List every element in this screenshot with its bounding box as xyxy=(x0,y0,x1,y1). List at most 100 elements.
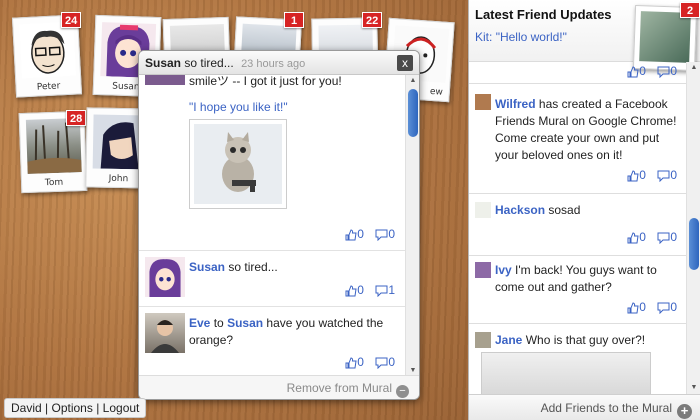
scroll-up-icon[interactable]: ▲ xyxy=(406,75,419,87)
post-stats: 0 0 xyxy=(619,230,677,247)
comment-icon[interactable] xyxy=(375,285,388,300)
post-stats: 0 1 xyxy=(337,283,395,300)
comment-icon[interactable] xyxy=(375,357,388,372)
post-stats: 0 0 xyxy=(619,300,677,317)
popup-header: Susan so tired... 23 hours ago xyxy=(139,51,419,75)
like-count: 0 xyxy=(639,168,646,182)
options-link[interactable]: Options xyxy=(52,401,93,415)
scroll-thumb[interactable] xyxy=(408,89,418,137)
friend-updates-list: 0 0 Wilfred has created a Facebook Frien… xyxy=(469,62,687,394)
comment-icon[interactable] xyxy=(657,170,670,185)
feed-post: Eve to Susan have you watched the orange… xyxy=(139,307,405,377)
eve-avatar[interactable] xyxy=(145,313,185,353)
update-text: Jane Who is that guy over?! xyxy=(495,332,683,349)
notification-badge: 2 xyxy=(680,2,700,18)
user-name[interactable]: David xyxy=(11,401,42,415)
comment-count: 0 xyxy=(670,300,677,314)
update-text: Ivy I'm back! You guys want to come out … xyxy=(495,262,683,296)
post-stats: 0 0 xyxy=(337,355,395,372)
update-message: Who is that guy over?! xyxy=(525,333,646,347)
hackson-avatar[interactable] xyxy=(475,202,491,218)
post-stats: 0 0 xyxy=(337,227,395,244)
like-count: 0 xyxy=(357,355,364,369)
notification-badge: 24 xyxy=(61,12,82,28)
update-message: I'm back! You guys want to come out and … xyxy=(495,263,657,294)
nav-separator: | xyxy=(45,401,49,415)
post-target[interactable]: Susan xyxy=(227,316,263,330)
jane-avatar[interactable] xyxy=(475,332,491,348)
notification-badge: 28 xyxy=(66,110,87,126)
kit-photo-image xyxy=(639,11,691,63)
post-stats: 0 0 xyxy=(619,64,677,81)
post-quote: "I hope you like it!" xyxy=(189,100,288,114)
post-connector: to xyxy=(213,316,224,330)
update-item: Jane Who is that guy over?! xyxy=(469,324,687,394)
like-icon[interactable] xyxy=(627,232,639,247)
like-icon[interactable] xyxy=(627,66,639,81)
like-icon[interactable] xyxy=(627,170,639,185)
post-text: smileツ -- I got it just for you! xyxy=(189,75,342,88)
like-count: 0 xyxy=(639,300,646,314)
scroll-up-icon[interactable]: ▲ xyxy=(687,62,700,74)
close-button[interactable]: x xyxy=(397,55,413,71)
comment-count: 0 xyxy=(670,230,677,244)
popup-friend-name[interactable]: Susan xyxy=(145,56,181,70)
post-author[interactable]: Eve xyxy=(189,316,210,330)
post-text: Susan so tired... xyxy=(189,259,278,276)
feed-post: Susan so tired... 0 1 xyxy=(139,251,405,307)
sidebar-scrollbar[interactable]: ▲ ▼ xyxy=(686,62,700,394)
notification-badge: 22 xyxy=(362,12,383,28)
wilfred-avatar[interactable] xyxy=(475,94,491,110)
polaroid-name: Tom xyxy=(44,177,64,189)
update-text: Hackson sosad xyxy=(495,202,683,219)
popup-status: so tired... xyxy=(184,56,234,70)
update-message: sosad xyxy=(548,203,581,217)
update-author[interactable]: Jane xyxy=(495,333,522,347)
update-stats-row: 0 0 xyxy=(469,62,687,84)
popup-timestamp: 23 hours ago xyxy=(241,58,306,70)
latest-friend-text: "Hello world!" xyxy=(495,30,567,44)
sidebar-footer: Add Friends to the Mural + xyxy=(469,394,700,420)
post-text: Eve to Susan have you watched the orange… xyxy=(189,315,393,349)
post-avatar[interactable] xyxy=(145,75,185,85)
update-author[interactable]: Hackson xyxy=(495,203,545,217)
like-icon[interactable] xyxy=(345,357,357,372)
update-text: Wilfred has created a Facebook Friends M… xyxy=(495,96,683,164)
logout-link[interactable]: Logout xyxy=(103,401,140,415)
update-author[interactable]: Ivy xyxy=(495,263,512,277)
add-friends-link[interactable]: Add Friends to the Mural xyxy=(541,401,672,415)
susan-avatar-small[interactable] xyxy=(145,257,185,297)
popup-footer: Remove from Mural − xyxy=(139,375,419,399)
comment-icon[interactable] xyxy=(657,66,670,81)
notification-badge: 1 xyxy=(284,12,304,28)
update-item: Ivy I'm back! You guys want to come out … xyxy=(469,256,687,324)
like-icon[interactable] xyxy=(345,285,357,300)
post-stats: 0 0 xyxy=(619,168,677,185)
update-author[interactable]: Wilfred xyxy=(495,97,536,111)
comment-count: 0 xyxy=(388,227,395,241)
comment-icon[interactable] xyxy=(657,232,670,247)
scroll-thumb[interactable] xyxy=(689,218,699,270)
plus-icon[interactable]: + xyxy=(677,404,692,419)
minus-icon[interactable]: − xyxy=(396,385,409,398)
polaroid-name: Peter xyxy=(36,81,61,93)
scroll-down-icon[interactable]: ▼ xyxy=(687,382,700,394)
update-item: Wilfred has created a Facebook Friends M… xyxy=(469,84,687,194)
latest-friend-name[interactable]: Kit: xyxy=(475,30,492,44)
comment-count: 0 xyxy=(670,64,677,78)
post-author[interactable]: Susan xyxy=(189,260,225,274)
ivy-avatar[interactable] xyxy=(475,262,491,278)
like-icon[interactable] xyxy=(345,229,357,244)
jane-post-image[interactable] xyxy=(481,352,651,394)
remove-from-mural-link[interactable]: Remove from Mural xyxy=(287,381,392,395)
comment-icon[interactable] xyxy=(375,229,388,244)
popup-scrollbar[interactable]: ▲ ▼ xyxy=(405,75,419,377)
like-icon[interactable] xyxy=(627,302,639,317)
like-count: 0 xyxy=(639,64,646,78)
post-image-kitten[interactable] xyxy=(189,119,287,209)
nav-separator: | xyxy=(96,401,100,415)
comment-icon[interactable] xyxy=(657,302,670,317)
comment-count: 0 xyxy=(388,355,395,369)
sidebar-header: Latest Friend Updates Kit: "Hello world!… xyxy=(469,0,700,72)
friend-popup: Susan so tired... 23 hours ago x smileツ … xyxy=(138,50,420,400)
